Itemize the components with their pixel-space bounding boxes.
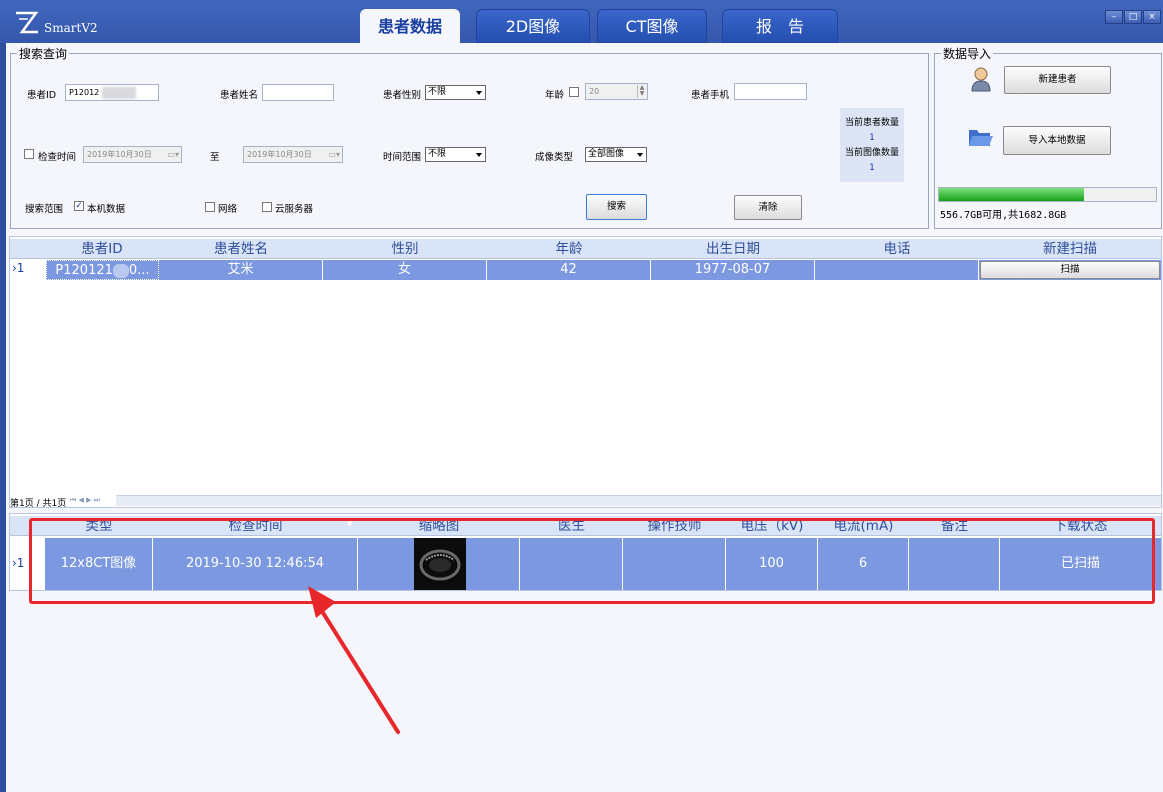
image-count-value: 1 — [869, 163, 875, 173]
search-panel-title: 搜索查询 — [19, 47, 68, 61]
patient-id-suffix: 0... — [128, 263, 150, 278]
maximize-button[interactable]: □ — [1124, 10, 1142, 24]
import-local-button[interactable]: 导入本地数据 — [1003, 126, 1111, 155]
patient-count-value: 1 — [869, 133, 875, 143]
patient-name-label: 患者姓名 — [220, 90, 259, 101]
row-marker: ›1 — [12, 556, 25, 570]
scan-button[interactable]: 扫描 — [980, 261, 1160, 279]
gender-select[interactable]: 不限 — [425, 85, 486, 100]
user-icon — [971, 67, 991, 92]
patient-grid-header: 患者ID 患者姓名 性别 年龄 出生日期 电话 新建扫描 — [10, 239, 1161, 259]
scope-cloud-checkbox[interactable] — [262, 202, 272, 212]
imaging-type-label: 成像类型 — [535, 152, 574, 163]
age-stepper-value: 20 — [589, 87, 600, 96]
annotation-arrow-icon — [308, 586, 400, 734]
date-to-value: 2019年10月30日 — [247, 150, 312, 159]
column-header[interactable]: 电话 — [815, 239, 979, 259]
new-patient-button[interactable]: 新建患者 — [1004, 66, 1111, 94]
chevron-down-icon — [476, 153, 482, 157]
tab-2d-image[interactable]: 2D图像 — [476, 9, 590, 43]
to-label: 至 — [210, 152, 220, 163]
tab-ct-image[interactable]: CT图像 — [597, 9, 707, 43]
cell-dob[interactable]: 1977-08-07 — [651, 260, 815, 280]
chevron-down-icon — [637, 153, 643, 157]
cell-age[interactable]: 42 — [487, 260, 651, 280]
tab-report[interactable]: 报 告 — [722, 9, 838, 43]
imaging-type-select[interactable]: 全部图像 — [585, 147, 647, 162]
phone-label: 患者手机 — [691, 90, 730, 101]
scope-network-checkbox[interactable] — [205, 202, 215, 212]
date-from-value: 2019年10月30日 — [87, 150, 152, 159]
gender-select-value: 不限 — [428, 87, 447, 97]
time-range-select[interactable]: 不限 — [425, 147, 486, 162]
age-label: 年龄 — [545, 90, 565, 101]
scope-local-checkbox[interactable]: ✓ — [74, 201, 84, 211]
count-summary-box: 当前患者数量 1 当前图像数量 1 — [840, 108, 904, 182]
date-from-picker[interactable]: 2019年10月30日 ▭▾ — [83, 146, 182, 163]
patient-id-label: 患者ID — [27, 90, 57, 101]
pager-nav-icons[interactable]: ⏮ ◀ ▶ ⏭ — [70, 496, 100, 505]
patient-id-input[interactable]: P12012 — [65, 84, 159, 101]
exam-time-label: 检查时间 — [38, 152, 77, 163]
calendar-icon[interactable]: ▭▾ — [328, 147, 340, 162]
date-to-picker[interactable]: 2019年10月30日 ▭▾ — [243, 146, 343, 163]
annotation-highlight-box — [29, 518, 1155, 604]
tab-patient-data[interactable]: 患者数据 — [360, 9, 460, 43]
cell-gender[interactable]: 女 — [323, 260, 487, 280]
import-panel-title: 数据导入 — [943, 47, 992, 61]
scope-cloud-label: 云服务器 — [275, 204, 314, 215]
stepper-arrows-icon[interactable]: ▲ ▼ — [637, 85, 646, 98]
column-header[interactable]: 年龄 — [487, 239, 651, 259]
folder-open-icon — [969, 130, 993, 146]
time-range-value: 不限 — [428, 149, 447, 159]
cell-patient-id[interactable]: P120121 0... — [46, 260, 159, 280]
column-header[interactable]: 性别 — [323, 239, 487, 259]
cell-phone[interactable] — [815, 260, 979, 280]
title-bar: SmartV2 患者数据 2D图像 CT图像 报 告 – □ × — [0, 0, 1163, 43]
redaction-blur — [112, 263, 129, 278]
search-button[interactable]: 搜索 — [586, 194, 647, 220]
cell-patient-name[interactable]: 艾米 — [159, 260, 323, 280]
close-button[interactable]: × — [1143, 10, 1161, 24]
image-count-label: 当前图像数量 — [844, 148, 899, 158]
row-marker: ›1 — [12, 261, 25, 275]
column-header[interactable]: 出生日期 — [651, 239, 815, 259]
exam-time-checkbox[interactable] — [24, 149, 34, 159]
time-range-label: 时间范围 — [383, 152, 422, 163]
patient-count-label: 当前患者数量 — [844, 118, 899, 128]
table-row[interactable]: ›1 P120121 0... 艾米 女 42 1977-08-07 扫描 — [10, 260, 1161, 280]
minimize-button[interactable]: – — [1105, 10, 1123, 24]
column-header[interactable]: 新建扫描 — [979, 239, 1161, 259]
scope-label: 搜索范围 — [25, 204, 64, 215]
column-header[interactable]: 患者ID — [45, 239, 159, 259]
imaging-type-value: 全部图像 — [588, 149, 625, 159]
scope-local-label: 本机数据 — [87, 204, 126, 215]
column-header[interactable]: 患者姓名 — [159, 239, 323, 259]
logo-icon — [16, 11, 39, 34]
pager-text: 第1页 / 共1页 — [10, 499, 67, 509]
chevron-down-icon — [476, 91, 482, 95]
app-title: SmartV2 — [44, 21, 98, 35]
horizontal-scrollbar[interactable] — [116, 495, 1161, 506]
patient-name-input[interactable] — [262, 84, 334, 101]
age-checkbox[interactable] — [569, 87, 579, 97]
storage-text: 556.7GB可用,共1682.8GB — [940, 210, 1067, 221]
storage-progress-fill — [939, 188, 1085, 201]
calendar-icon[interactable]: ▭▾ — [167, 147, 179, 162]
clear-button[interactable]: 清除 — [734, 195, 802, 220]
patient-id-value: P12012 — [69, 88, 100, 97]
redaction-blur — [101, 86, 136, 99]
patient-id-text: P120121 — [55, 263, 113, 278]
storage-progress-bar — [938, 187, 1157, 202]
gender-label: 患者性别 — [383, 90, 422, 101]
scope-network-label: 网络 — [218, 204, 238, 215]
age-stepper[interactable]: 20 ▲ ▼ — [585, 83, 648, 100]
phone-input[interactable] — [734, 83, 807, 100]
